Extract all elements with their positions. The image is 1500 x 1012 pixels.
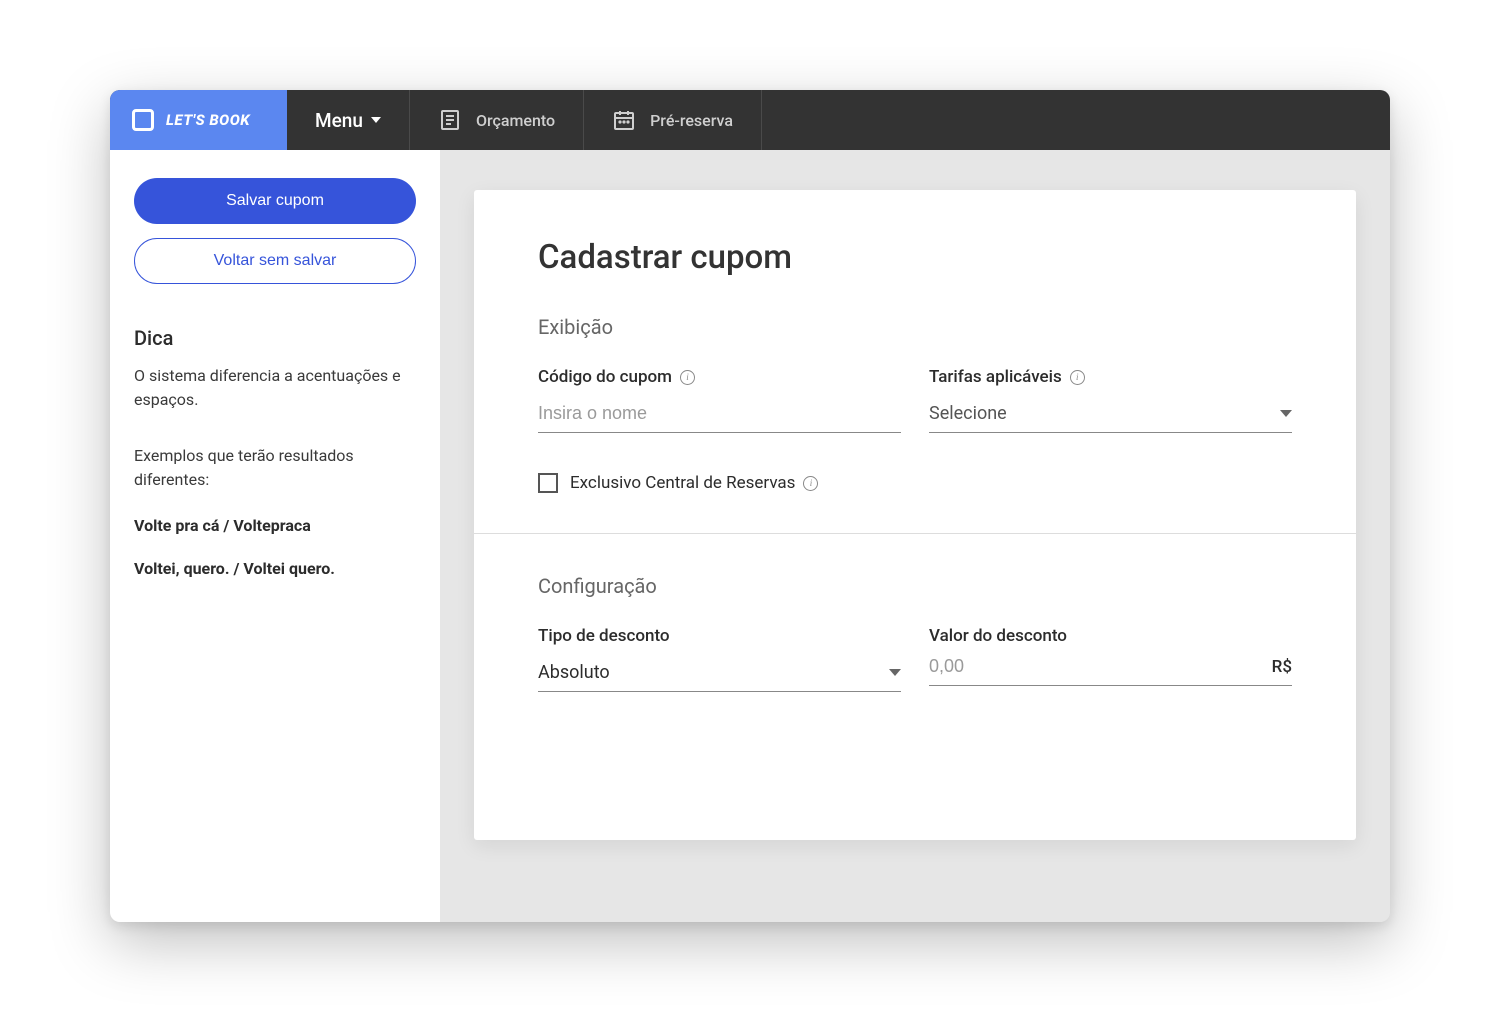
rates-select-value: Selecione	[929, 403, 1007, 424]
chevron-down-icon	[889, 669, 901, 676]
exclusive-checkbox[interactable]	[538, 473, 558, 493]
logo-text: LET'S BOOK	[166, 111, 250, 129]
page-title: Cadastrar cupom	[538, 238, 1292, 277]
rates-label: Tarifas aplicáveis i	[929, 367, 1292, 387]
exclusive-label-text: Exclusivo Central de Reservas	[570, 473, 795, 493]
menu-label: Menu	[315, 109, 363, 132]
nav-item-orcamento[interactable]: Orçamento	[410, 90, 584, 150]
discount-value-label: Valor do desconto	[929, 626, 1292, 646]
currency-suffix: R$	[1272, 657, 1292, 677]
nav-label: Pré-reserva	[650, 111, 733, 130]
nav-label: Orçamento	[476, 111, 555, 130]
logo-block[interactable]: LET'S BOOK	[110, 90, 287, 150]
topbar: LET'S BOOK Menu Orçamento	[110, 90, 1390, 150]
info-icon[interactable]: i	[803, 476, 818, 491]
tip-example-2: Voltei, quero. / Voltei quero.	[134, 559, 416, 578]
coupon-code-label-text: Código do cupom	[538, 367, 672, 387]
calendar-icon	[612, 108, 636, 132]
main-area: Cadastrar cupom Exibição Código do cupom…	[440, 150, 1390, 922]
exclusive-checkbox-row: Exclusivo Central de Reservas i	[538, 473, 1292, 493]
discount-value-input[interactable]	[929, 656, 1272, 677]
logo-icon	[132, 109, 154, 131]
discount-value-field: Valor do desconto R$	[929, 626, 1292, 692]
tip-text: O sistema diferencia a acentuações e esp…	[134, 364, 416, 412]
document-icon	[438, 108, 462, 132]
app-window: LET'S BOOK Menu Orçamento	[110, 90, 1390, 922]
tip-example-1: Volte pra cá / Voltepraca	[134, 516, 416, 535]
chevron-down-icon	[1280, 410, 1292, 417]
tip-title: Dica	[134, 326, 416, 350]
rates-label-text: Tarifas aplicáveis	[929, 367, 1062, 387]
section-divider	[474, 533, 1356, 534]
discount-type-label-text: Tipo de desconto	[538, 626, 670, 646]
sidebar: Salvar cupom Voltar sem salvar Dica O si…	[110, 150, 440, 922]
discount-value-wrapper: R$	[929, 656, 1292, 686]
menu-dropdown[interactable]: Menu	[287, 90, 410, 150]
rates-field: Tarifas aplicáveis i Selecione	[929, 367, 1292, 433]
discount-type-field: Tipo de desconto Absoluto	[538, 626, 901, 692]
nav-item-pre-reserva[interactable]: Pré-reserva	[584, 90, 762, 150]
field-row-display: Código do cupom i Tarifas aplicáveis i S…	[538, 367, 1292, 433]
chevron-down-icon	[371, 117, 381, 123]
discount-type-select[interactable]: Absoluto	[538, 656, 901, 692]
back-button[interactable]: Voltar sem salvar	[134, 238, 416, 284]
info-icon[interactable]: i	[680, 370, 695, 385]
coupon-code-field: Código do cupom i	[538, 367, 901, 433]
info-icon[interactable]: i	[1070, 370, 1085, 385]
exclusive-label: Exclusivo Central de Reservas i	[570, 473, 818, 493]
coupon-code-label: Código do cupom i	[538, 367, 901, 387]
coupon-code-input[interactable]	[538, 397, 901, 433]
section-config-label: Configuração	[538, 574, 1292, 598]
discount-type-label: Tipo de desconto	[538, 626, 901, 646]
tip-examples-intro: Exemplos que terão resultados diferentes…	[134, 444, 416, 492]
discount-value-label-text: Valor do desconto	[929, 626, 1067, 646]
rates-select[interactable]: Selecione	[929, 397, 1292, 433]
section-display-label: Exibição	[538, 315, 1292, 339]
form-card: Cadastrar cupom Exibição Código do cupom…	[474, 190, 1356, 840]
save-button[interactable]: Salvar cupom	[134, 178, 416, 224]
field-row-config: Tipo de desconto Absoluto Valor do desco…	[538, 626, 1292, 692]
body: Salvar cupom Voltar sem salvar Dica O si…	[110, 150, 1390, 922]
discount-type-value: Absoluto	[538, 662, 610, 683]
